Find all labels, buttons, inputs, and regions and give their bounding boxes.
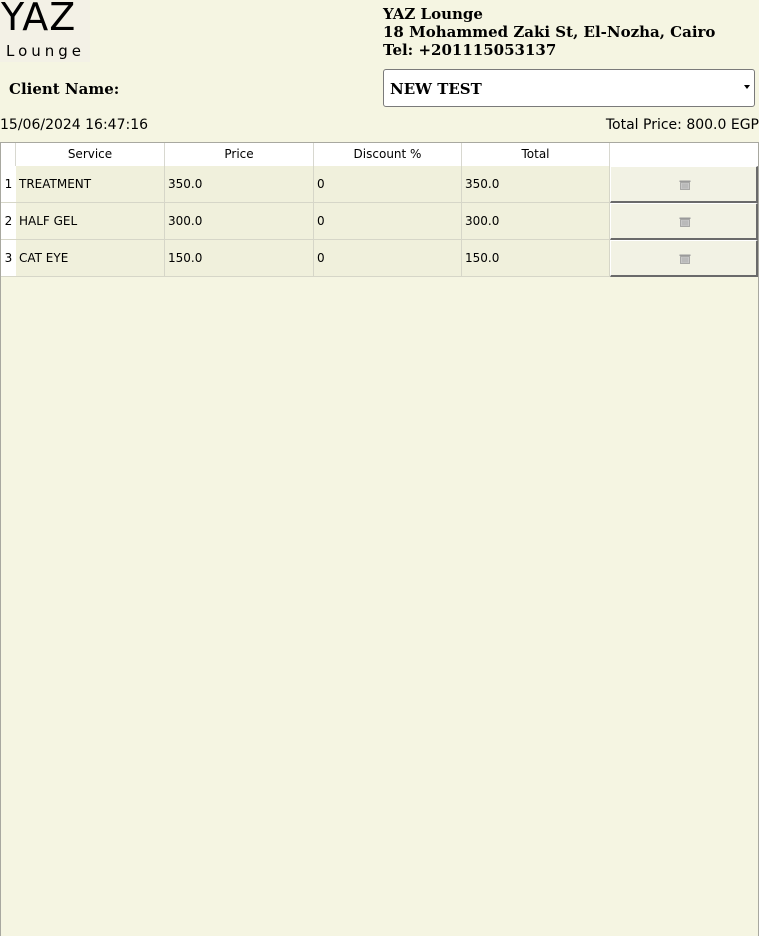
cell-discount[interactable]: 0: [314, 240, 462, 277]
header-corner: [1, 143, 16, 166]
total-price: Total Price: 800.0 EGP: [605, 117, 759, 133]
header-discount[interactable]: Discount %: [314, 143, 462, 166]
business-info: YAZ Lounge 18 Mohammed Zaki St, El-Nozha…: [383, 5, 715, 59]
business-name: YAZ Lounge: [383, 5, 483, 23]
cell-service[interactable]: CAT EYE: [16, 240, 165, 277]
delete-row-button[interactable]: [610, 203, 758, 240]
cell-discount[interactable]: 0: [314, 166, 462, 203]
logo: YAZ Lounge: [0, 0, 90, 62]
trash-icon: [679, 180, 691, 190]
row-number: 2: [1, 203, 16, 240]
delete-row-button[interactable]: [610, 166, 758, 203]
business-phone: Tel: +201115053137: [383, 41, 557, 59]
header-action: [610, 143, 758, 166]
logo-main-text: YAZ: [1, 0, 77, 39]
trash-icon: [679, 254, 691, 264]
delete-row-button[interactable]: [610, 240, 758, 277]
cell-total[interactable]: 350.0: [462, 166, 610, 203]
header-service[interactable]: Service: [16, 143, 165, 166]
services-table: Service Price Discount % Total 1 TREATME…: [0, 142, 759, 936]
invoice-datetime: 15/06/2024 16:47:16: [0, 117, 149, 133]
chevron-down-icon[interactable]: [744, 85, 750, 89]
header-total[interactable]: Total: [462, 143, 610, 166]
row-number: 1: [1, 166, 16, 203]
client-name-label: Client Name:: [9, 80, 120, 98]
cell-price[interactable]: 350.0: [165, 166, 314, 203]
cell-price[interactable]: 300.0: [165, 203, 314, 240]
cell-service[interactable]: TREATMENT: [16, 166, 165, 203]
cell-total[interactable]: 300.0: [462, 203, 610, 240]
cell-discount[interactable]: 0: [314, 203, 462, 240]
client-name-value: NEW TEST: [390, 80, 482, 98]
table-row: 2 HALF GEL 300.0 0 300.0: [1, 203, 758, 240]
client-name-dropdown[interactable]: NEW TEST: [383, 69, 755, 107]
business-address: 18 Mohammed Zaki St, El-Nozha, Cairo: [383, 23, 716, 41]
trash-icon: [679, 217, 691, 227]
table-row: 3 CAT EYE 150.0 0 150.0: [1, 240, 758, 277]
header-price[interactable]: Price: [165, 143, 314, 166]
cell-price[interactable]: 150.0: [165, 240, 314, 277]
table-row: 1 TREATMENT 350.0 0 350.0: [1, 166, 758, 203]
cell-total[interactable]: 150.0: [462, 240, 610, 277]
logo-sub-text: Lounge: [6, 42, 86, 60]
row-number: 3: [1, 240, 16, 277]
cell-service[interactable]: HALF GEL: [16, 203, 165, 240]
table-header: Service Price Discount % Total: [1, 143, 758, 166]
